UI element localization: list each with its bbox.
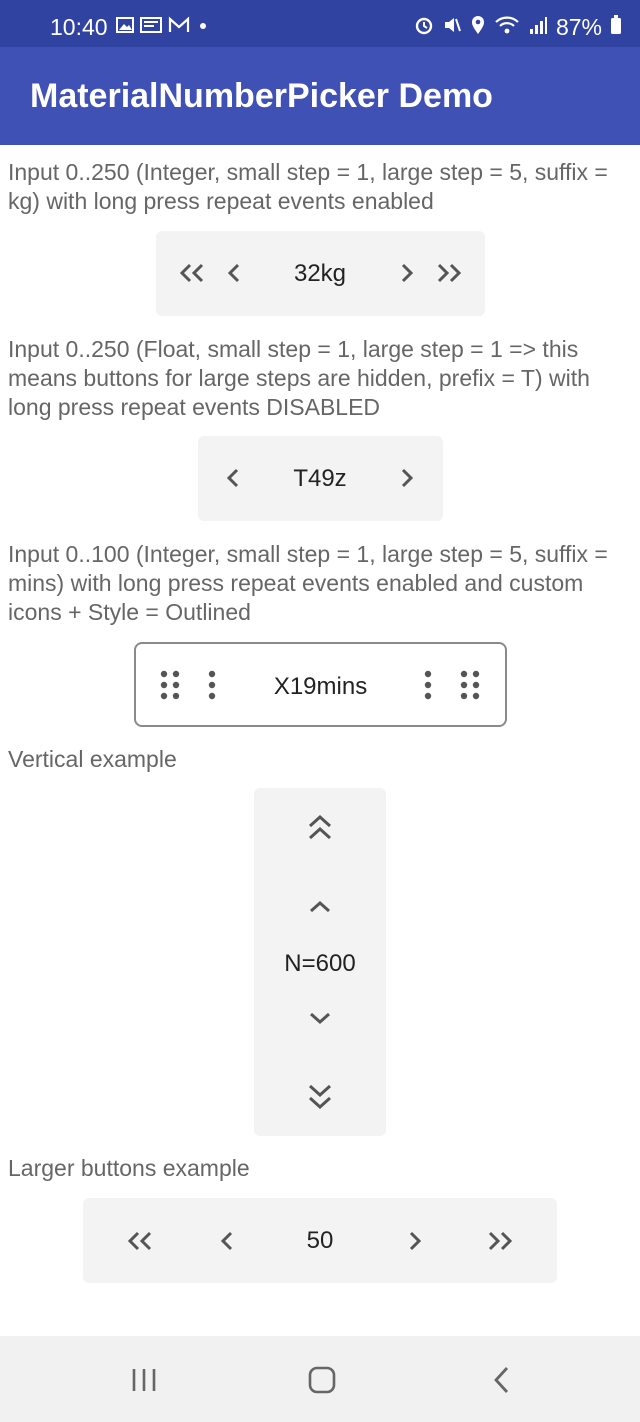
- status-right: 87%: [414, 14, 622, 41]
- small-increment-button[interactable]: [387, 458, 427, 498]
- double-chevron-right-icon: [488, 1231, 513, 1250]
- alarm-icon: [414, 14, 434, 41]
- large-increment-button[interactable]: [300, 808, 340, 848]
- large-decrement-button[interactable]: [150, 665, 190, 705]
- battery-percent: 87%: [555, 14, 602, 40]
- large-decrement-button[interactable]: [172, 253, 212, 293]
- system-nav-bar: [0, 1336, 640, 1422]
- number-picker-large-buttons: 50: [83, 1198, 557, 1283]
- small-increment-button[interactable]: [408, 665, 448, 705]
- small-decrement-button[interactable]: [214, 253, 254, 293]
- chevron-left-icon: [227, 263, 240, 283]
- mute-icon: [442, 14, 462, 41]
- large-increment-button[interactable]: [429, 253, 469, 293]
- double-chevron-down-icon: [308, 1084, 332, 1110]
- large-decrement-button[interactable]: [300, 1076, 340, 1116]
- dot-icon: [196, 16, 210, 39]
- chevron-up-icon: [310, 900, 330, 913]
- status-bar: 10:40 87%: [0, 0, 640, 47]
- chevron-down-icon: [310, 1012, 330, 1025]
- home-button[interactable]: [292, 1360, 352, 1400]
- section1-label: Input 0..250 (Integer, small step = 1, l…: [8, 159, 608, 214]
- picker-value[interactable]: N=600: [260, 950, 380, 978]
- section5-label: Larger buttons example: [8, 1155, 250, 1181]
- gmail-like-icon: [140, 16, 162, 39]
- home-icon: [308, 1366, 336, 1394]
- status-left-icons: [116, 16, 210, 39]
- section2-label: Input 0..250 (Float, small step = 1, lar…: [8, 336, 590, 420]
- picker-value[interactable]: T49z: [260, 465, 380, 493]
- large-increment-button[interactable]: [475, 1218, 525, 1263]
- chevron-left-icon: [226, 468, 239, 488]
- section4-label: Vertical example: [8, 746, 177, 772]
- small-decrement-button[interactable]: [300, 998, 340, 1038]
- picker-value[interactable]: X19mins: [242, 673, 399, 701]
- number-picker-vertical: N=600: [254, 788, 386, 1136]
- back-button[interactable]: [472, 1360, 532, 1400]
- signal-icon: [528, 14, 548, 41]
- section3-label: Input 0..100 (Integer, small step = 1, l…: [8, 541, 608, 625]
- battery-icon: [610, 14, 622, 41]
- small-decrement-button[interactable]: [213, 458, 253, 498]
- three-dots-icon: [424, 670, 432, 700]
- double-chevron-left-icon: [127, 1231, 152, 1250]
- double-chevron-up-icon: [308, 814, 332, 840]
- small-decrement-button[interactable]: [202, 1218, 252, 1263]
- mail-icon: [168, 16, 190, 39]
- app-bar: MaterialNumberPicker Demo: [0, 47, 640, 145]
- large-decrement-button[interactable]: [115, 1218, 165, 1263]
- wifi-icon: [494, 14, 520, 41]
- picker-value[interactable]: 32kg: [260, 260, 380, 288]
- three-dots-icon: [208, 670, 216, 700]
- double-chevron-right-icon: [437, 263, 462, 283]
- recents-icon: [132, 1369, 156, 1391]
- small-decrement-button[interactable]: [192, 665, 232, 705]
- chevron-right-icon: [401, 263, 414, 283]
- six-dots-icon: [160, 670, 180, 700]
- recents-button[interactable]: [114, 1360, 174, 1400]
- double-chevron-left-icon: [179, 263, 204, 283]
- six-dots-icon: [460, 670, 480, 700]
- number-picker-kg: 32kg: [156, 231, 485, 316]
- chevron-right-icon: [401, 468, 414, 488]
- back-chevron-icon: [494, 1367, 509, 1393]
- small-increment-button[interactable]: [300, 887, 340, 927]
- app-title: MaterialNumberPicker Demo: [30, 77, 493, 115]
- number-picker-outlined: X19mins: [134, 642, 507, 727]
- picker-value[interactable]: 50: [260, 1227, 380, 1255]
- status-time: 10:40: [50, 14, 108, 40]
- large-increment-button[interactable]: [450, 665, 490, 705]
- number-picker-float: T49z: [198, 436, 443, 521]
- chevron-left-icon: [220, 1231, 233, 1250]
- location-icon: [470, 14, 486, 41]
- small-increment-button[interactable]: [387, 253, 427, 293]
- chevron-right-icon: [409, 1231, 422, 1250]
- small-increment-button[interactable]: [390, 1218, 440, 1263]
- gallery-icon: [116, 16, 134, 39]
